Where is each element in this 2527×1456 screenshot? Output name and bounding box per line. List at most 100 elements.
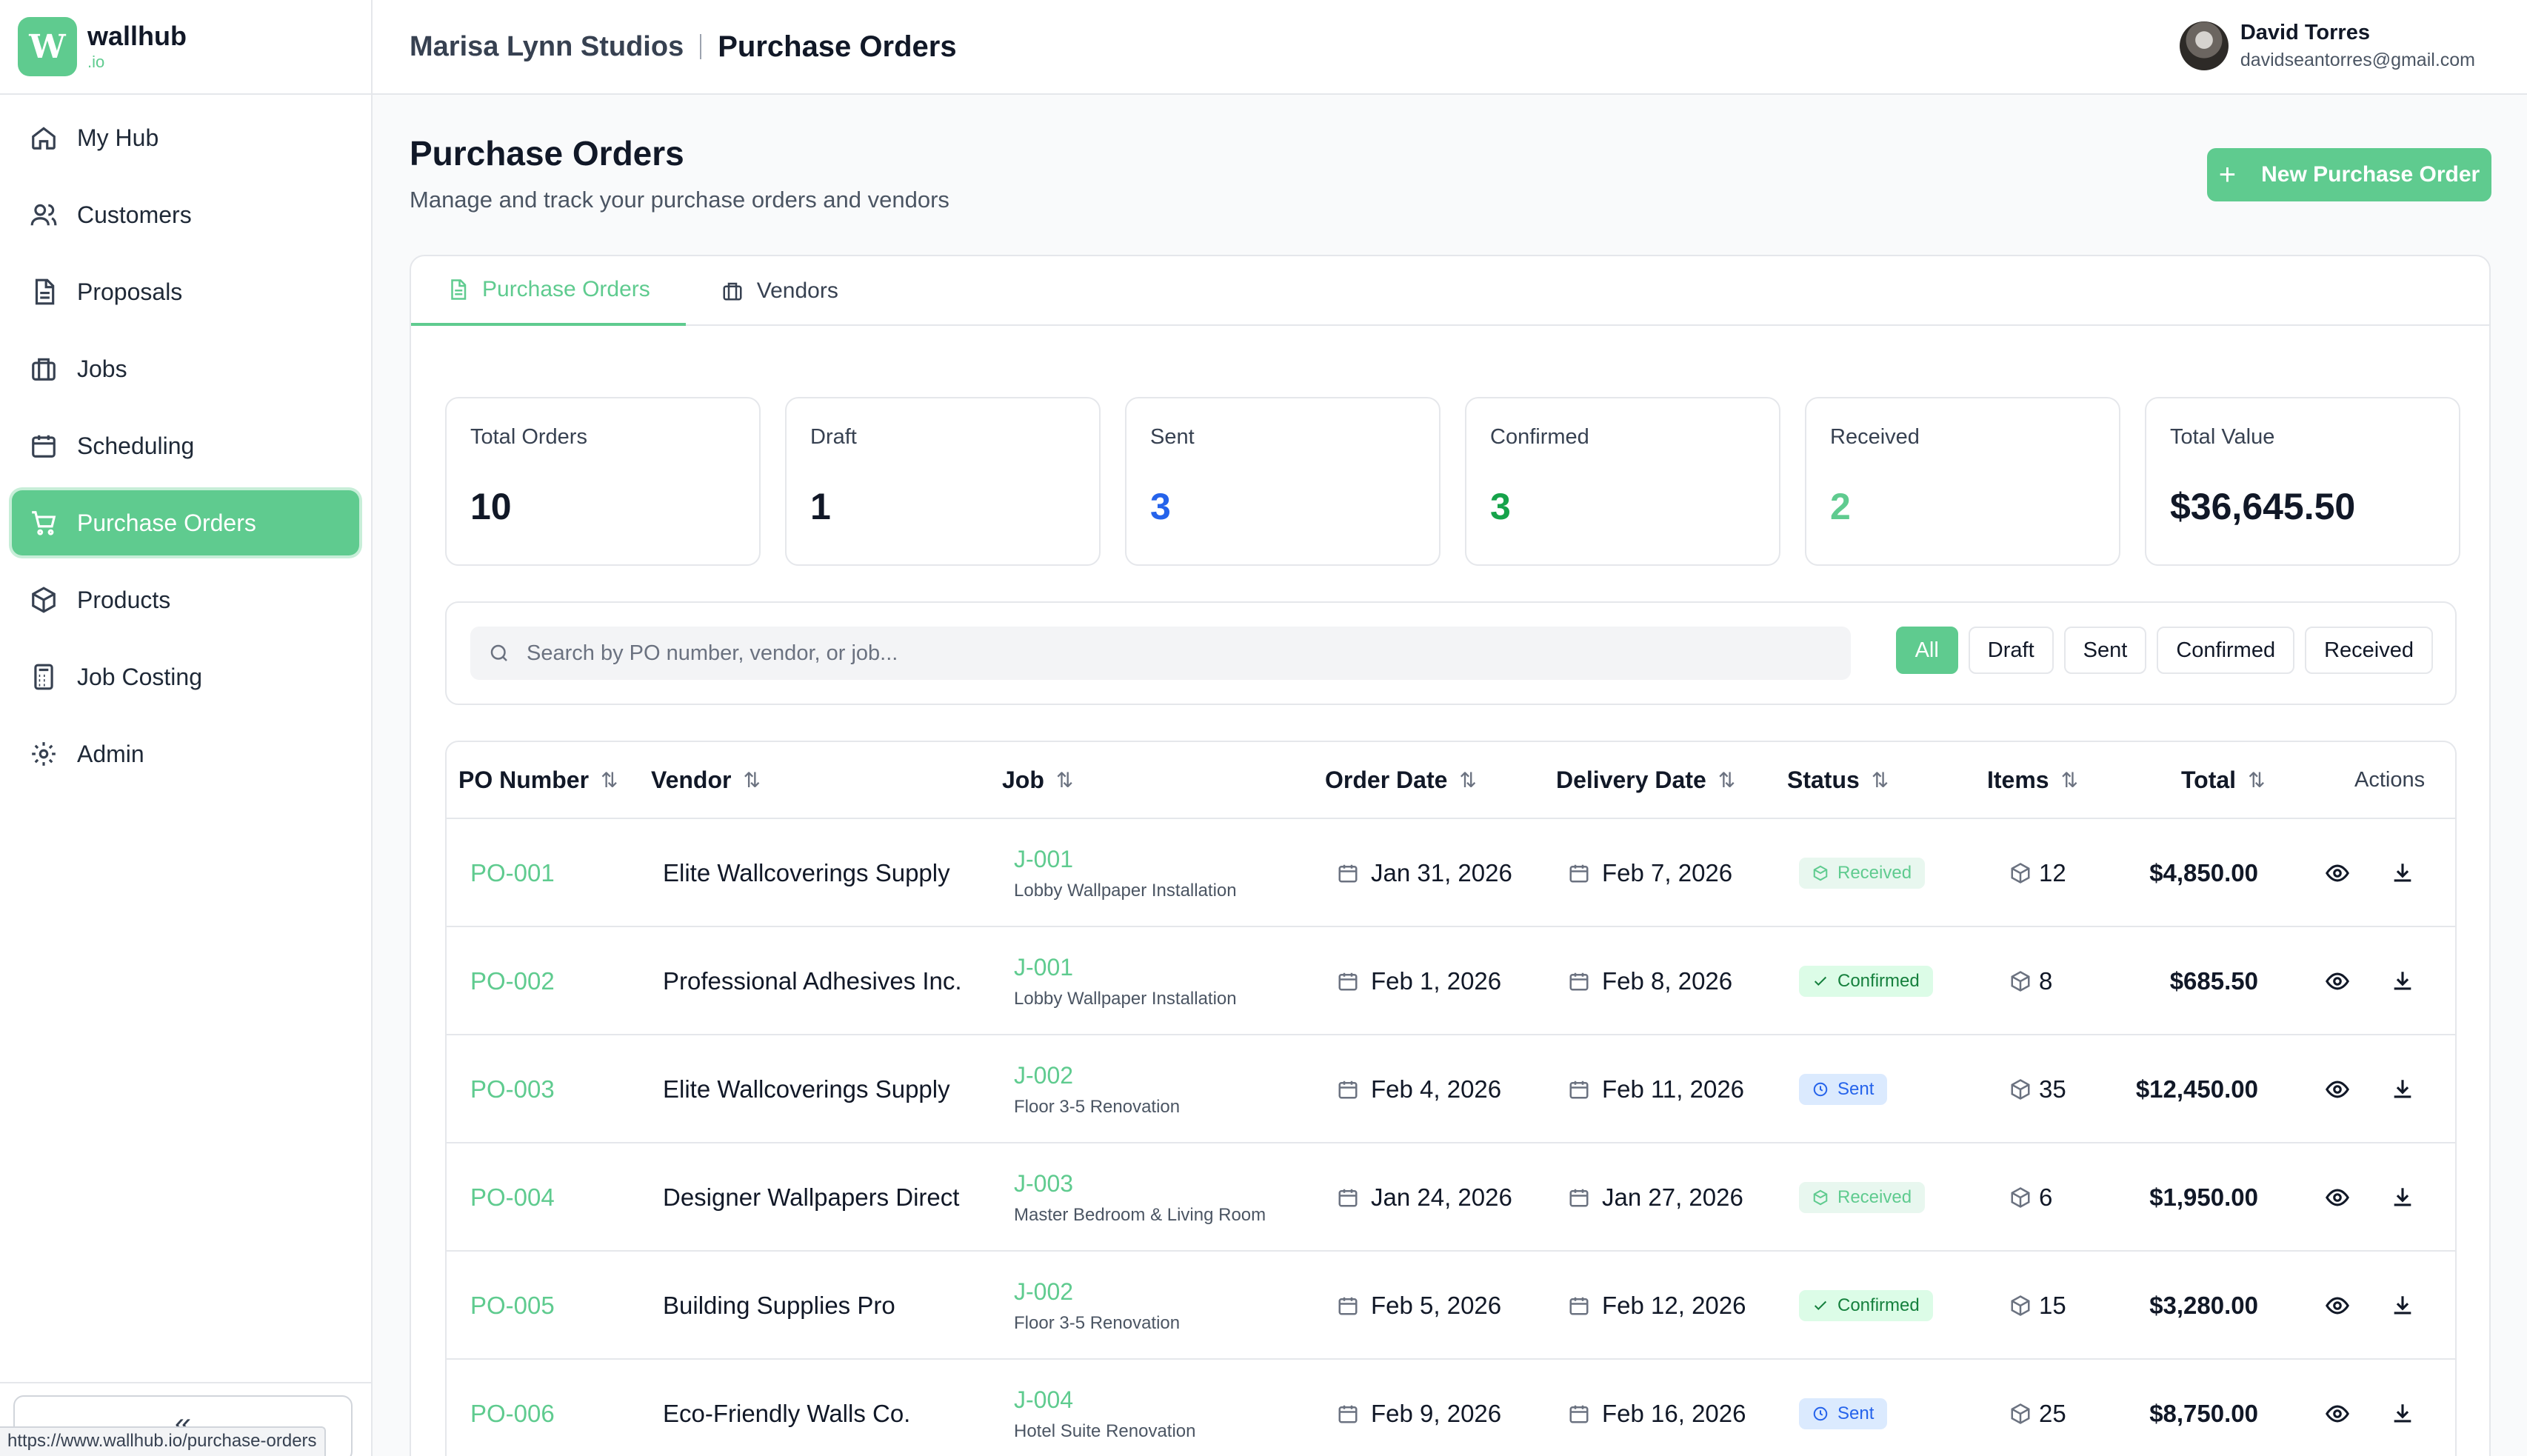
col-header-total[interactable]: Total ⇅ <box>2181 767 2266 794</box>
job-link[interactable]: J-001 <box>1014 954 1073 981</box>
download-button[interactable] <box>2390 927 2415 1035</box>
table-row[interactable]: PO-001 Elite Wallcoverings Supply J-001 Lob… <box>447 819 2455 927</box>
job-link[interactable]: J-002 <box>1014 1062 1073 1089</box>
order-date-text: Jan 31, 2026 <box>1371 859 1512 886</box>
col-header-label: Vendor <box>651 766 732 793</box>
download-button[interactable] <box>2390 1252 2415 1360</box>
col-header-items[interactable]: Items ⇅ <box>1987 767 2078 794</box>
po-number-link[interactable]: PO-006 <box>470 1360 555 1456</box>
table-row[interactable]: PO-006 Eco-Friendly Walls Co. J-004 Hotel S… <box>447 1360 2455 1456</box>
job-cell: J-003 Master Bedroom & Living Room <box>1014 1143 1266 1252</box>
box-icon <box>1813 865 1828 881</box>
po-number-link[interactable]: PO-004 <box>470 1143 555 1252</box>
calendar-icon <box>1338 864 1358 883</box>
box-icon <box>2011 1079 2030 1100</box>
sidebar-item-jobs[interactable]: Jobs <box>12 336 359 401</box>
breadcrumb-company[interactable]: Marisa Lynn Studios <box>410 31 684 63</box>
download-button[interactable] <box>2390 1035 2415 1143</box>
box-icon <box>2011 863 2030 884</box>
status-cell: Sent <box>1799 1360 1888 1456</box>
stat-label: Total Value <box>2170 425 2275 449</box>
job-link[interactable]: J-004 <box>1014 1386 1073 1414</box>
col-header-label: Job <box>1002 766 1044 793</box>
po-number-link[interactable]: PO-005 <box>470 1252 555 1360</box>
status-badge-label: Confirmed <box>1837 971 1920 991</box>
col-header-vendor[interactable]: Vendor ⇅ <box>651 767 761 794</box>
stats-row: Total Orders 10 Draft 1 Sent 3 Confirmed 3 Recei… <box>445 397 2460 566</box>
view-button[interactable] <box>2325 819 2350 927</box>
purchase-orders-table: PO Number ⇅ Vendor ⇅ Job ⇅ Order Date ⇅ Deli… <box>445 741 2457 1456</box>
filter-confirmed[interactable]: Confirmed <box>2157 627 2295 674</box>
status-cell: Sent <box>1799 1035 1888 1143</box>
download-button[interactable] <box>2390 1143 2415 1252</box>
filter-draft[interactable]: Draft <box>1968 627 2054 674</box>
po-number-link[interactable]: PO-002 <box>470 927 555 1035</box>
tab-label: Purchase Orders <box>482 277 650 301</box>
table-row[interactable]: PO-005 Building Supplies Pro J-002 Floor 3-… <box>447 1252 2455 1360</box>
filter-all[interactable]: All <box>1895 627 1958 674</box>
sidebar-item-purchase-orders[interactable]: Purchase Orders <box>12 490 359 555</box>
filter-sent[interactable]: Sent <box>2063 627 2147 674</box>
delivery-date-text: Feb 11, 2026 <box>1602 1075 1745 1103</box>
page-subtitle: Manage and track your purchase orders an… <box>410 187 949 213</box>
sidebar-item-job-costing[interactable]: Job Costing <box>12 644 359 709</box>
download-button[interactable] <box>2390 1360 2415 1456</box>
table-row[interactable]: PO-002 Professional Adhesives Inc. J-001 Lo… <box>447 927 2455 1035</box>
table-body: PO-001 Elite Wallcoverings Supply J-001 Lob… <box>447 819 2455 1456</box>
sidebar: W wallhub .io My Hub Customers Proposals Jo… <box>0 0 373 1456</box>
status-badge: Received <box>1799 858 1926 889</box>
brand-tld: .io <box>87 53 105 71</box>
view-button[interactable] <box>2325 927 2350 1035</box>
avatar[interactable] <box>2179 21 2229 70</box>
stat-card-confirmed: Confirmed 3 <box>1465 397 1780 566</box>
calendar-icon <box>1338 1405 1358 1423</box>
po-number-link[interactable]: PO-001 <box>470 819 555 927</box>
brand[interactable]: W wallhub .io <box>0 0 371 95</box>
sort-icon: ⇅ <box>743 768 761 792</box>
table-row[interactable]: PO-004 Designer Wallpapers Direct J-003 Mas… <box>447 1143 2455 1252</box>
col-header-status[interactable]: Status ⇅ <box>1787 767 1889 794</box>
sidebar-item-label: Customers <box>77 201 192 228</box>
job-link[interactable]: J-001 <box>1014 846 1073 873</box>
sidebar-item-proposals[interactable]: Proposals <box>12 259 359 324</box>
sidebar-item-products[interactable]: Products <box>12 567 359 632</box>
new-purchase-order-button[interactable]: + New Purchase Order <box>2207 148 2491 201</box>
sidebar-item-label: Jobs <box>77 355 127 382</box>
col-header-order-date[interactable]: Order Date ⇅ <box>1325 767 1477 794</box>
vendor-name: Eco-Friendly Walls Co. <box>663 1400 911 1427</box>
col-header-job[interactable]: Job ⇅ <box>1002 767 1073 794</box>
tab-vendors[interactable]: Vendors <box>686 256 874 326</box>
view-button[interactable] <box>2325 1143 2350 1252</box>
po-number-link[interactable]: PO-003 <box>470 1035 555 1143</box>
job-name: Floor 3-5 Renovation <box>1014 1096 1181 1117</box>
view-button[interactable] <box>2325 1035 2350 1143</box>
search-input[interactable] <box>527 641 1786 666</box>
sidebar-item-my-hub[interactable]: My Hub <box>12 105 359 170</box>
sidebar-item-scheduling[interactable]: Scheduling <box>12 413 359 478</box>
download-button[interactable] <box>2390 819 2415 927</box>
brand-name: wallhub <box>87 21 187 51</box>
purchase-orders-card: Purchase Orders Vendors Total Orders 10 Dra… <box>410 255 2491 1456</box>
sidebar-item-label: My Hub <box>77 124 159 151</box>
eye-icon <box>2326 1405 2349 1423</box>
tab-purchase-orders[interactable]: Purchase Orders <box>411 256 686 326</box>
col-header-po-number[interactable]: PO Number ⇅ <box>458 767 618 794</box>
sidebar-item-customers[interactable]: Customers <box>12 182 359 247</box>
col-header-delivery-date[interactable]: Delivery Date ⇅ <box>1556 767 1735 794</box>
calendar-icon <box>1569 1081 1589 1099</box>
user-menu[interactable]: David Torres davidseantorres@gmail.com <box>2179 21 2475 71</box>
job-link[interactable]: J-003 <box>1014 1170 1073 1198</box>
search-box[interactable] <box>470 627 1851 680</box>
view-button[interactable] <box>2325 1360 2350 1456</box>
stat-label: Received <box>1830 425 1920 449</box>
stat-card-draft: Draft 1 <box>785 397 1101 566</box>
items-count-text: 12 <box>2039 859 2066 886</box>
filter-received[interactable]: Received <box>2305 627 2433 674</box>
box-icon <box>2011 971 2030 992</box>
table-row[interactable]: PO-003 Elite Wallcoverings Supply J-002 Flo… <box>447 1035 2455 1143</box>
view-button[interactable] <box>2325 1252 2350 1360</box>
job-link[interactable]: J-002 <box>1014 1278 1073 1306</box>
status-badge: Received <box>1799 1182 1926 1213</box>
cart-icon <box>32 511 56 535</box>
sidebar-item-admin[interactable]: Admin <box>12 721 359 787</box>
